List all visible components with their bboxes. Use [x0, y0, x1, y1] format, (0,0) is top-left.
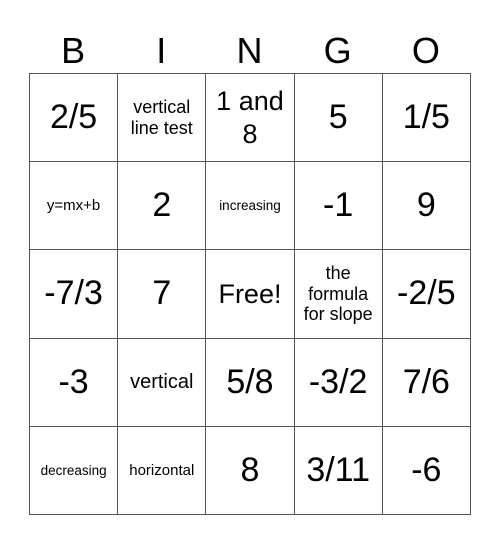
bingo-cell[interactable]: 8 — [205, 425, 295, 515]
bingo-header: B I N G O — [29, 28, 470, 73]
grid-row: -7/3 7 Free! the formula for slope -2/5 — [28, 249, 471, 339]
header-letter-o: O — [411, 30, 440, 71]
bingo-cell[interactable]: 5/8 — [205, 337, 295, 427]
grid-row: y=mx+b 2 increasing -1 9 — [28, 161, 471, 251]
bingo-cell[interactable]: 1/5 — [381, 72, 471, 163]
bingo-cell[interactable]: decreasing — [28, 425, 119, 515]
bingo-cell[interactable]: 7 — [117, 249, 207, 339]
bingo-cell[interactable]: -3/2 — [293, 337, 383, 427]
bingo-cell[interactable]: 5 — [293, 72, 383, 163]
bingo-cell[interactable]: 2 — [117, 161, 207, 251]
header-letter-g: G — [323, 30, 352, 71]
bingo-cell[interactable]: -3 — [28, 337, 119, 427]
bingo-grid: 2/5 vertical line test 1 and 8 5 1/5 y=m… — [28, 72, 471, 515]
bingo-cell[interactable]: -6 — [381, 425, 471, 515]
grid-row: 2/5 vertical line test 1 and 8 5 1/5 — [28, 72, 471, 163]
bingo-cell[interactable]: horizontal — [117, 425, 207, 515]
bingo-cell[interactable]: -1 — [293, 161, 383, 251]
bingo-cell[interactable]: 1 and 8 — [205, 72, 295, 163]
bingo-cell[interactable]: -2/5 — [381, 249, 471, 339]
bingo-cell[interactable]: 2/5 — [28, 72, 119, 163]
header-letter-i: I — [156, 30, 167, 71]
bingo-cell[interactable]: vertical line test — [117, 72, 207, 163]
grid-row: -3 vertical 5/8 -3/2 7/6 — [28, 337, 471, 427]
bingo-cell[interactable]: 7/6 — [381, 337, 471, 427]
grid-row: decreasing horizontal 8 3/11 -6 — [28, 425, 471, 515]
bingo-cell[interactable]: 3/11 — [293, 425, 383, 515]
bingo-cell[interactable]: the formula for slope — [293, 249, 383, 339]
bingo-cell[interactable]: 9 — [381, 161, 471, 251]
bingo-cell[interactable]: -7/3 — [28, 249, 119, 339]
free-space-cell[interactable]: Free! — [205, 249, 295, 339]
header-letter-b: B — [61, 30, 86, 71]
bingo-cell[interactable]: vertical — [117, 337, 207, 427]
bingo-cell[interactable]: y=mx+b — [28, 161, 119, 251]
bingo-cell[interactable]: increasing — [205, 161, 295, 251]
header-letter-n: N — [236, 30, 263, 71]
